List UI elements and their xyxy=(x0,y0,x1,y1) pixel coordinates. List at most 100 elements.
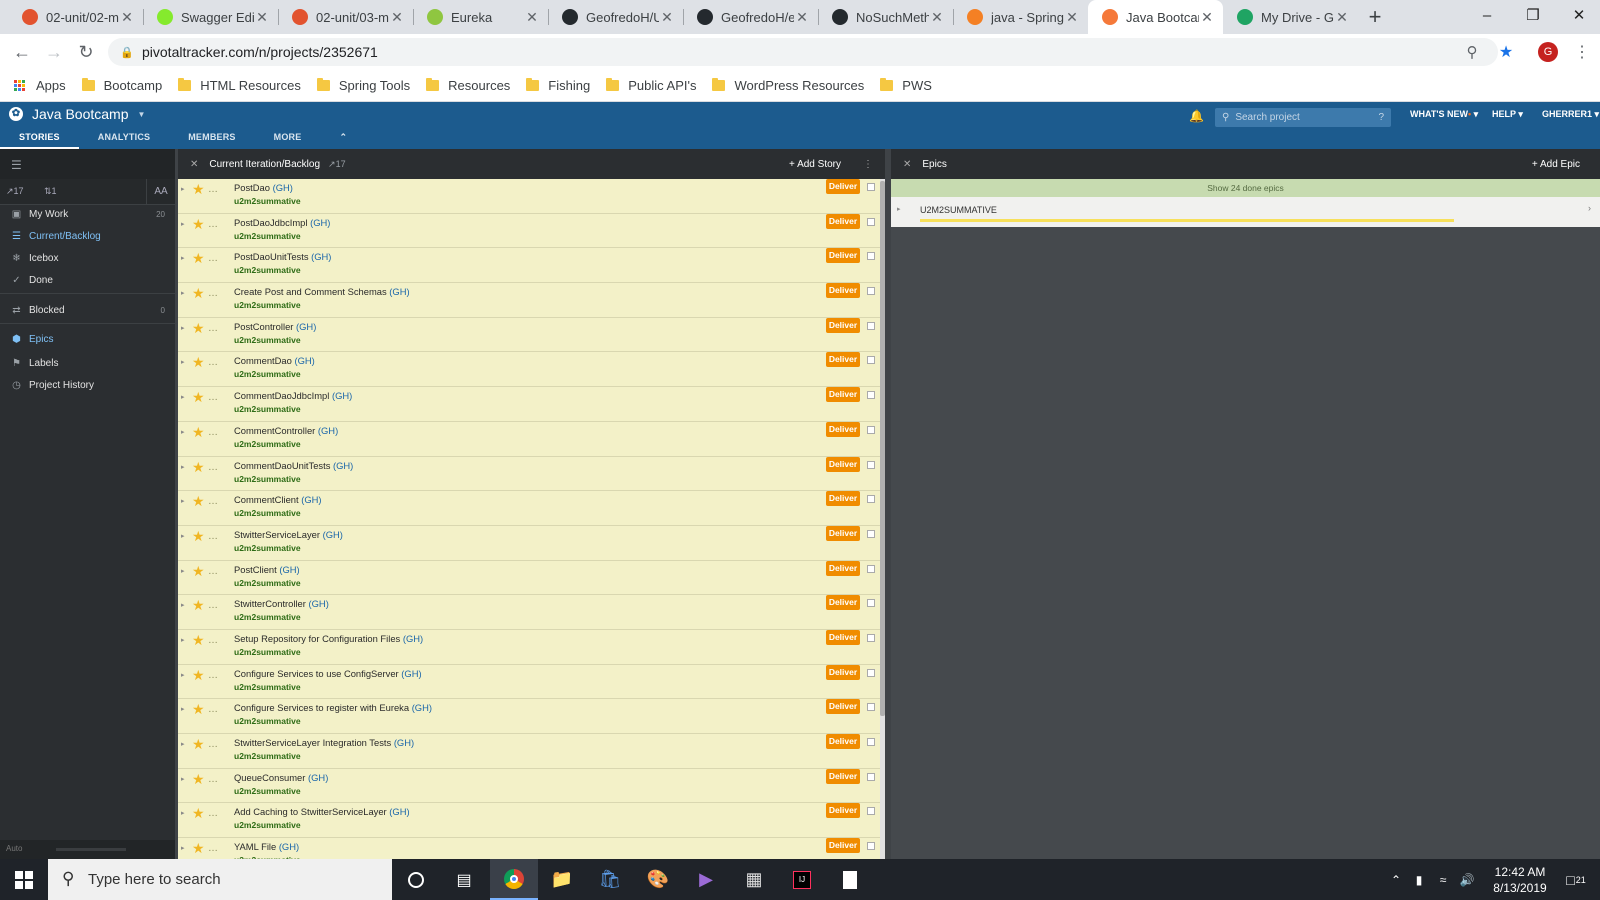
sidebar-item-labels[interactable]: ⚑ Labels xyxy=(0,352,175,374)
tab-close-icon[interactable]: ✕ xyxy=(1334,9,1350,26)
new-tab-icon[interactable]: + xyxy=(1358,0,1392,34)
deliver-button[interactable]: Deliver xyxy=(826,560,860,576)
profile-avatar[interactable]: G xyxy=(1536,40,1560,64)
deliver-button[interactable]: Deliver xyxy=(826,317,860,333)
layout-slider[interactable] xyxy=(56,848,126,851)
apps-shortcut[interactable]: Apps xyxy=(14,78,66,93)
collapse-header-icon[interactable]: ⌃ xyxy=(320,128,366,149)
story-row[interactable]: ▸ ★… PostClient (GH) u2m2summative Deliver xyxy=(178,560,880,596)
taskbar-search-input[interactable]: ⚲ Type here to search xyxy=(48,859,392,900)
story-title[interactable]: PostClient (GH) xyxy=(234,564,300,575)
story-title[interactable]: PostDaoJdbcImpl (GH) xyxy=(234,217,330,228)
sidebar-item-icebox[interactable]: ❄ Icebox xyxy=(0,247,175,269)
tab-close-icon[interactable]: ✕ xyxy=(794,9,810,26)
notepad-icon[interactable] xyxy=(826,859,874,900)
expand-icon[interactable]: ▸ xyxy=(181,809,185,817)
story-title[interactable]: Configure Services to use ConfigServer (… xyxy=(234,668,422,679)
volume-icon[interactable]: 🔊 xyxy=(1456,859,1478,900)
select-checkbox[interactable] xyxy=(867,842,875,851)
expand-icon[interactable]: ▸ xyxy=(181,185,185,193)
backlog-scrollbar[interactable] xyxy=(880,179,885,859)
story-label[interactable]: u2m2summative xyxy=(234,543,301,553)
expand-icon[interactable]: ▸ xyxy=(181,705,185,713)
deliver-button[interactable]: Deliver xyxy=(826,283,860,299)
story-row[interactable]: ▸ ★… CommentDaoJdbcImpl (GH) u2m2summative D… xyxy=(178,387,880,422)
chrome-icon[interactable] xyxy=(490,859,538,900)
forward-icon[interactable]: → xyxy=(38,36,70,68)
nav-tab-analytics[interactable]: ANALYTICS xyxy=(79,128,169,149)
paint-icon[interactable]: 🎨 xyxy=(634,859,682,900)
github-link[interactable]: (GH) xyxy=(332,390,352,401)
deliver-button[interactable]: Deliver xyxy=(826,525,860,541)
sidebar-item-my-work[interactable]: ▣ My Work 20 xyxy=(0,203,175,225)
nav-tab-members[interactable]: MEMBERS xyxy=(169,128,254,149)
epic-item[interactable]: ▸ U2M2SUMMATIVE › xyxy=(891,197,1600,227)
story-row[interactable]: ▸ ★… Add Caching to StwitterServiceLayer (… xyxy=(178,803,880,839)
deliver-button[interactable]: Deliver xyxy=(826,629,860,645)
help-menu[interactable]: HELP ▾ xyxy=(1492,109,1523,120)
restore-icon[interactable]: ❐ xyxy=(1510,0,1556,30)
bookmark-folder[interactable]: Bootcamp xyxy=(81,78,162,93)
window-close-icon[interactable]: ✕ xyxy=(1556,0,1600,30)
bookmark-folder[interactable]: Fishing xyxy=(526,78,590,93)
sidebar-item-done[interactable]: ✓ Done xyxy=(0,269,175,291)
story-row[interactable]: ▸ ★… CommentController (GH) u2m2summative De… xyxy=(178,421,880,457)
expand-icon[interactable]: ▸ xyxy=(181,358,185,366)
layout-mode-label[interactable]: Auto xyxy=(6,844,22,853)
user-menu[interactable]: GHERRER1 ▾ xyxy=(1542,109,1599,120)
story-label[interactable]: u2m2summative xyxy=(234,265,301,275)
expand-icon[interactable]: ▸ xyxy=(181,636,185,644)
github-link[interactable]: (GH) xyxy=(412,702,432,713)
deliver-button[interactable]: Deliver xyxy=(826,456,860,472)
show-done-epics-button[interactable]: Show 24 done epics xyxy=(891,179,1600,197)
sidebar-item-project-history[interactable]: ◷ Project History xyxy=(0,374,175,396)
github-link[interactable]: (GH) xyxy=(401,668,421,679)
github-link[interactable]: (GH) xyxy=(279,841,299,852)
bookmark-folder[interactable]: PWS xyxy=(880,78,932,93)
story-row[interactable]: ▸ ★… PostDaoJdbcImpl (GH) u2m2summative Deli… xyxy=(178,213,880,249)
add-story-button[interactable]: + Add Story xyxy=(789,159,841,170)
github-link[interactable]: (GH) xyxy=(279,564,299,575)
file-explorer-icon[interactable]: 📁 xyxy=(538,859,586,900)
system-clock[interactable]: 12:42 AM 8/13/2019 xyxy=(1480,864,1560,896)
expand-icon[interactable]: ▸ xyxy=(181,254,185,262)
github-link[interactable]: (GH) xyxy=(296,321,316,332)
github-link[interactable]: (GH) xyxy=(301,494,321,505)
browser-tab[interactable]: GeofredoH/e ✕ xyxy=(683,0,818,34)
select-checkbox[interactable] xyxy=(867,668,875,677)
select-checkbox[interactable] xyxy=(867,356,875,365)
story-title[interactable]: Configure Services to register with Eure… xyxy=(234,702,432,713)
panel-menu-icon[interactable]: ⋮ xyxy=(863,159,873,170)
story-row[interactable]: ▸ ★… Configure Services to use ConfigServe… xyxy=(178,664,880,700)
wifi-icon[interactable]: ≈ xyxy=(1432,859,1454,900)
story-title[interactable]: StwitterController (GH) xyxy=(234,598,329,609)
deliver-button[interactable]: Deliver xyxy=(826,421,860,437)
story-title[interactable]: PostController (GH) xyxy=(234,321,316,332)
intellij-icon[interactable]: IJ xyxy=(778,859,826,900)
story-title[interactable]: PostDaoUnitTests (GH) xyxy=(234,251,331,262)
select-checkbox[interactable] xyxy=(867,529,875,538)
expand-icon[interactable]: ▸ xyxy=(897,205,901,213)
select-checkbox[interactable] xyxy=(867,217,875,226)
sidebar-item-current-backlog[interactable]: ☰ Current/Backlog xyxy=(0,225,175,247)
github-link[interactable]: (GH) xyxy=(333,460,353,471)
story-row[interactable]: ▸ ★… Configure Services to register with E… xyxy=(178,699,880,734)
deliver-button[interactable]: Deliver xyxy=(826,248,860,264)
tab-close-icon[interactable]: ✕ xyxy=(929,9,945,26)
story-label[interactable]: u2m2summative xyxy=(234,578,301,588)
deliver-button[interactable]: Deliver xyxy=(826,491,860,507)
story-row[interactable]: ▸ ★… Create Post and Comment Schemas (GH) u… xyxy=(178,283,880,318)
select-checkbox[interactable] xyxy=(867,564,875,573)
deliver-button[interactable]: Deliver xyxy=(826,595,860,611)
story-label[interactable]: u2m2summative xyxy=(234,300,301,310)
expand-icon[interactable]: ▸ xyxy=(181,324,185,332)
store-icon[interactable]: 🛍 xyxy=(586,859,634,900)
tab-close-icon[interactable]: ✕ xyxy=(1199,9,1215,26)
bookmark-folder[interactable]: Spring Tools xyxy=(316,78,410,93)
expand-icon[interactable]: ▸ xyxy=(181,497,185,505)
story-title[interactable]: StwitterServiceLayer (GH) xyxy=(234,529,343,540)
deliver-button[interactable]: Deliver xyxy=(826,387,860,403)
select-checkbox[interactable] xyxy=(867,287,875,296)
story-title[interactable]: CommentController (GH) xyxy=(234,425,338,436)
story-title[interactable]: QueueConsumer (GH) xyxy=(234,772,328,783)
